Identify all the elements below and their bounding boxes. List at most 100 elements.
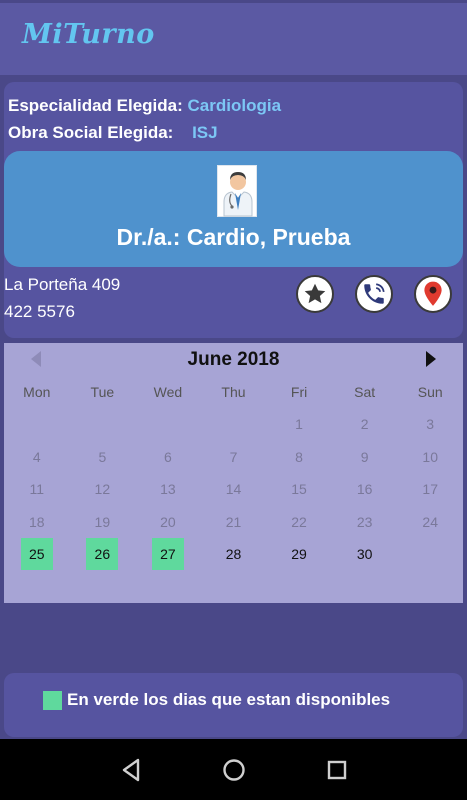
calendar-day: 24	[397, 506, 463, 538]
calendar: June 2018 Mon Tue Wed Thu Fri Sat Sun 12345678…	[4, 343, 463, 603]
calendar-day-number: 22	[291, 513, 307, 530]
star-icon	[304, 283, 326, 304]
calendar-day-number: 8	[295, 448, 303, 465]
calendar-day-number: 18	[28, 513, 45, 530]
legend-swatch	[43, 691, 62, 710]
calendar-day-number: 26	[86, 538, 119, 571]
calendar-day-number: 1	[295, 416, 303, 432]
calendar-day-number: 28	[225, 546, 242, 563]
calendar-day: 11	[4, 473, 70, 505]
calendar-day-number: 16	[356, 481, 373, 498]
calendar-day: 2	[332, 408, 398, 440]
doctor-address: La Porteña 409	[4, 275, 121, 294]
weekday-label: Mon	[23, 384, 51, 400]
calendar-day-number: 25	[20, 538, 53, 571]
back-icon	[122, 758, 140, 782]
calendar-day: 13	[135, 473, 201, 505]
calendar-day-number: 23	[356, 513, 373, 530]
calendar-day: 19	[70, 506, 136, 538]
calendar-day-number: 15	[291, 481, 307, 498]
home-icon	[223, 759, 245, 781]
app-title: MiTurno	[22, 19, 155, 50]
calendar-day[interactable]: 28	[201, 538, 267, 570]
home-button[interactable]	[219, 755, 249, 785]
weekday-label: Tue	[90, 384, 115, 400]
calendar-day: 21	[201, 506, 267, 538]
calendar-day-number: 9	[360, 448, 369, 465]
calendar-day-number: 27	[151, 538, 184, 571]
specialty-row: Especialidad Elegida: Cardiologia	[8, 96, 281, 116]
calendar-day: 23	[332, 506, 398, 538]
calendar-day: 12	[70, 473, 136, 505]
calendar-day-number: 11	[29, 481, 45, 498]
specialty-label: Especialidad Elegida:	[8, 96, 183, 115]
doctor-avatar-icon	[217, 165, 257, 217]
map-pin-icon	[424, 281, 442, 306]
calendar-day-number: 14	[225, 481, 242, 498]
calendar-next-button[interactable]	[425, 350, 437, 373]
calendar-day: 14	[201, 473, 267, 505]
specialty-value: Cardiologia	[187, 96, 282, 115]
calendar-day-available[interactable]: 25	[4, 538, 70, 571]
calendar-day: 17	[397, 473, 463, 505]
calendar-day: 7	[201, 441, 267, 473]
system-nav-bar	[0, 739, 467, 800]
calendar-day: 1	[266, 408, 332, 440]
legend: En verde los dias que estan disponibles	[4, 673, 463, 737]
calendar-month-label: June 2018	[187, 349, 280, 370]
calendar-day: 4	[4, 441, 70, 473]
calendar-day-number: 30	[356, 546, 373, 563]
calendar-day-number: 19	[94, 513, 111, 530]
insurance-label: Obra Social Elegida:	[8, 123, 174, 142]
calendar-day[interactable]: 29	[266, 538, 332, 570]
calendar-day-available[interactable]: 27	[135, 538, 201, 571]
insurance-value: ISJ	[192, 123, 218, 142]
recent-apps-icon	[327, 760, 347, 780]
calendar-day: 16	[332, 473, 398, 505]
calendar-day: 5	[70, 441, 136, 473]
calendar-day-number: 5	[98, 448, 107, 465]
calendar-day-number: 20	[160, 513, 176, 530]
call-button[interactable]	[355, 275, 393, 313]
calendar-day: 6	[135, 441, 201, 473]
chevron-right-icon	[426, 351, 436, 367]
calendar-day-number: 10	[422, 448, 438, 465]
calendar-day-number: 4	[32, 448, 41, 465]
calendar-day-number: 12	[94, 481, 111, 498]
weekday-label: Sat	[354, 384, 376, 400]
phone-icon	[364, 283, 385, 304]
calendar-day: 22	[266, 506, 332, 538]
calendar-day-number: 3	[426, 416, 435, 432]
calendar-day: 15	[266, 473, 332, 505]
calendar-day[interactable]: 30	[332, 538, 398, 570]
calendar-day-number: 13	[160, 481, 176, 498]
recent-apps-button[interactable]	[322, 755, 352, 785]
calendar-day: 18	[4, 506, 70, 538]
doctor-info-panel: Especialidad Elegida: Cardiologia Obra S…	[4, 82, 463, 338]
doctor-name: Dr./a.: Cardio, Prueba	[116, 224, 351, 250]
calendar-day-number: 24	[422, 513, 438, 530]
calendar-day-number: 21	[225, 513, 242, 530]
weekday-label: Wed	[153, 384, 183, 400]
weekday-label: Fri	[290, 384, 308, 400]
weekday-label: Thu	[221, 384, 246, 400]
calendar-day-number: 29	[291, 546, 307, 563]
weekday-label: Sun	[417, 384, 443, 400]
insurance-row: Obra Social Elegida: ISJ	[8, 123, 218, 143]
calendar-day-number: 6	[164, 448, 172, 465]
calendar-day: 20	[135, 506, 201, 538]
calendar-day: 3	[397, 408, 463, 440]
map-button[interactable]	[414, 275, 452, 313]
calendar-day-number: 2	[360, 416, 369, 432]
doctor-phone: 422 5576	[4, 302, 75, 321]
calendar-day-number: 7	[229, 448, 238, 465]
calendar-day-number: 17	[422, 481, 438, 498]
calendar-day: 8	[266, 441, 332, 473]
back-button[interactable]	[116, 755, 146, 785]
doctor-card: Dr./a.: Cardio, Prueba	[4, 151, 463, 267]
favorite-button[interactable]	[296, 275, 334, 313]
calendar-day: 9	[332, 441, 398, 473]
calendar-day-available[interactable]: 26	[70, 538, 136, 571]
calendar-day: 10	[397, 441, 463, 473]
app-bar: MiTurno	[0, 0, 467, 75]
